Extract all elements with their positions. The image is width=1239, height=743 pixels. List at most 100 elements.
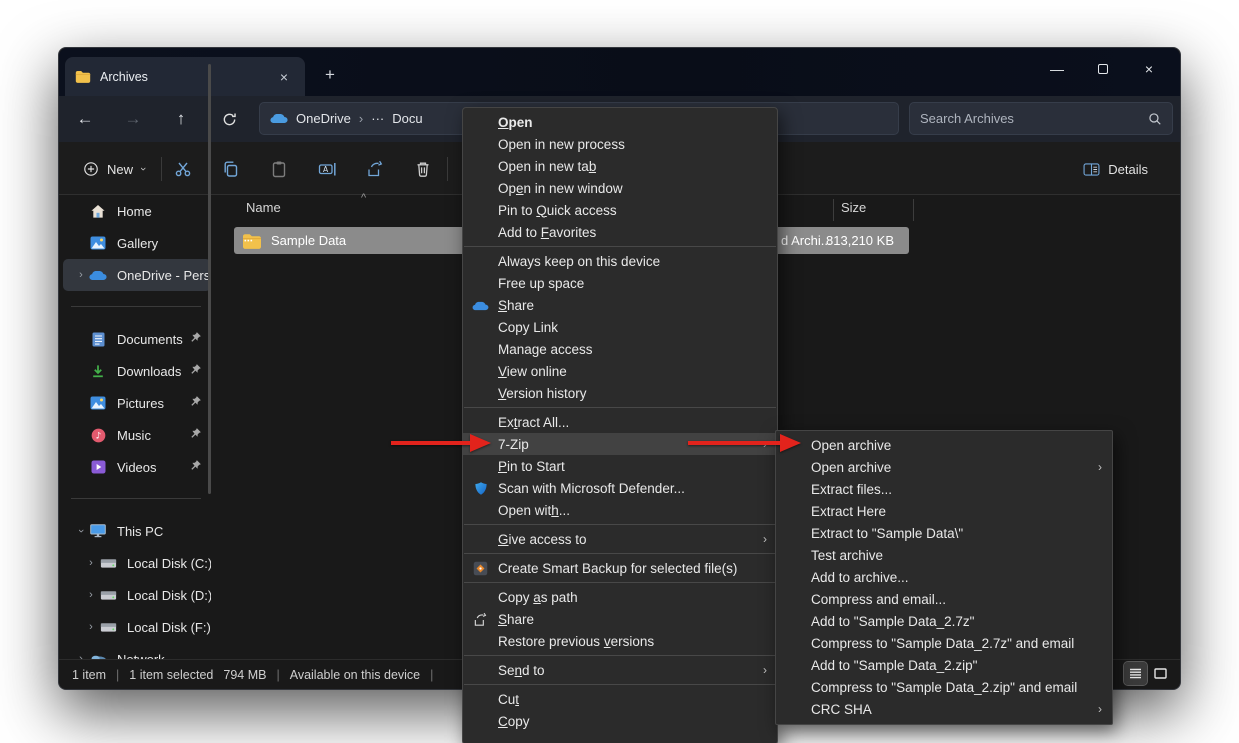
network-icon (89, 651, 107, 659)
menu-item-test-archive[interactable]: Test archive (776, 544, 1112, 566)
column-header-size[interactable]: Size (841, 200, 866, 215)
menu-item-extract-here[interactable]: Extract Here (776, 500, 1112, 522)
title-bar: Archives × + — × (59, 48, 1180, 96)
close-button[interactable]: × (1126, 54, 1172, 84)
menu-item-add-to-sample-data-2-7z[interactable]: Add to "Sample Data_2.7z" (776, 610, 1112, 632)
sidebar-item-local-disk-c[interactable]: ›Local Disk (C:) (63, 547, 211, 579)
breadcrumb-root[interactable]: OneDrive (296, 111, 351, 126)
tab-close-icon[interactable]: × (273, 66, 295, 88)
sidebar-item-label: Home (117, 204, 211, 219)
menu-item-version-history[interactable]: Version history (463, 382, 777, 404)
menu-item-add-to-sample-data-2-zip[interactable]: Add to "Sample Data_2.zip" (776, 654, 1112, 676)
menu-item-open-archive[interactable]: Open archive› (776, 456, 1112, 478)
up-button[interactable]: ↑ (165, 104, 197, 134)
menu-item-send-to[interactable]: Send to› (463, 659, 777, 681)
details-view-toggle[interactable] (1124, 662, 1147, 685)
zip-folder-icon (242, 233, 262, 249)
sidebar-item-network[interactable]: ›Network (63, 643, 211, 659)
menu-item-crc-sha[interactable]: CRC SHA› (776, 698, 1112, 720)
menu-item-cut[interactable]: Cut (463, 688, 777, 710)
menu-item-scan-with-microsoft-defender[interactable]: Scan with Microsoft Defender... (463, 477, 777, 499)
menu-item-free-up-space[interactable]: Free up space (463, 272, 777, 294)
menu-item-copy-link[interactable]: Copy Link (463, 316, 777, 338)
chevron-right-icon[interactable]: › (83, 557, 99, 569)
chevron-down-icon[interactable]: › (75, 523, 87, 539)
breadcrumb-separator: › (359, 111, 363, 126)
menu-item-extract-files[interactable]: Extract files... (776, 478, 1112, 500)
paste-button (261, 153, 297, 185)
menu-item-view-online[interactable]: View online (463, 360, 777, 382)
menu-item-label: Extract Here (811, 504, 886, 519)
maximize-button[interactable] (1080, 54, 1126, 84)
sidebar-item-gallery[interactable]: Gallery (63, 227, 211, 259)
share-button[interactable] (357, 153, 393, 185)
defender-shield-icon (472, 480, 489, 497)
breadcrumb-ellipsis-button[interactable]: ··· (371, 111, 384, 126)
tab-archives[interactable]: Archives × (65, 57, 305, 96)
sidebar-item-label: Downloads (117, 364, 189, 379)
chevron-right-icon[interactable]: › (73, 269, 89, 281)
delete-button[interactable] (405, 153, 441, 185)
rename-button[interactable]: A (309, 153, 345, 185)
menu-item-open-with[interactable]: Open with... (463, 499, 777, 521)
new-tab-button[interactable]: + (317, 62, 343, 88)
column-divider[interactable] (913, 199, 914, 221)
copy-button[interactable] (213, 153, 249, 185)
thumbnail-view-toggle[interactable] (1149, 662, 1172, 685)
menu-item-label: Give access to (498, 532, 587, 547)
menu-item-add-to-favorites[interactable]: Add to Favorites (463, 221, 777, 243)
menu-item-extract-all[interactable]: Extract All... (463, 411, 777, 433)
minimize-button[interactable]: — (1034, 54, 1080, 84)
menu-item-label: Share (498, 298, 534, 313)
menu-item-label: Open (498, 115, 533, 130)
sidebar-item-local-disk-f[interactable]: ›Local Disk (F:) (63, 611, 211, 643)
chevron-right-icon[interactable]: › (83, 589, 99, 601)
menu-item-copy-as-path[interactable]: Copy as path (463, 586, 777, 608)
back-button[interactable]: ← (69, 104, 101, 134)
menu-item-compress-to-sample-data-2-zip-and-email[interactable]: Compress to "Sample Data_2.zip" and emai… (776, 676, 1112, 698)
sidebar-item-onedrive-pers[interactable]: ›OneDrive - Pers (63, 259, 211, 291)
cut-icon (174, 160, 192, 178)
menu-item-share[interactable]: Share (463, 608, 777, 630)
sidebar-item-music[interactable]: ♪Music (63, 419, 211, 451)
menu-item-extract-to-sample-data[interactable]: Extract to "Sample Data\" (776, 522, 1112, 544)
sidebar-item-downloads[interactable]: Downloads (63, 355, 211, 387)
details-button[interactable]: Details (1075, 153, 1156, 185)
sidebar-item-this-pc[interactable]: ›This PC (63, 515, 211, 547)
menu-item-open[interactable]: Open (463, 111, 777, 133)
menu-item-share[interactable]: Share (463, 294, 777, 316)
sidebar-item-documents[interactable]: Documents (63, 323, 211, 355)
menu-item-label: Manage access (498, 342, 593, 357)
menu-item-compress-to-sample-data-2-7z-and-email[interactable]: Compress to "Sample Data_2.7z" and email (776, 632, 1112, 654)
menu-item-open-in-new-window[interactable]: Open in new window (463, 177, 777, 199)
breadcrumb-current[interactable]: Docu (392, 111, 422, 126)
new-button[interactable]: New › (73, 153, 155, 185)
menu-item-compress-and-email[interactable]: Compress and email... (776, 588, 1112, 610)
menu-item-pin-to-quick-access[interactable]: Pin to Quick access (463, 199, 777, 221)
sidebar-item-local-disk-d[interactable]: ›Local Disk (D:) (63, 579, 211, 611)
menu-item-restore-previous-versions[interactable]: Restore previous versions (463, 630, 777, 652)
menu-item-create-smart-backup-for-selected-file-s[interactable]: Create Smart Backup for selected file(s) (463, 557, 777, 579)
menu-item-open-archive[interactable]: Open archive (776, 434, 1112, 456)
cut-button[interactable] (165, 153, 201, 185)
sidebar-item-label: Videos (117, 460, 189, 475)
sidebar-item-pictures[interactable]: Pictures (63, 387, 211, 419)
refresh-button[interactable] (213, 104, 245, 134)
menu-item-always-keep-on-this-device[interactable]: Always keep on this device (463, 250, 777, 272)
column-divider[interactable] (833, 199, 834, 221)
menu-item-open-in-new-process[interactable]: Open in new process (463, 133, 777, 155)
menu-item-manage-access[interactable]: Manage access (463, 338, 777, 360)
chevron-right-icon[interactable]: › (83, 621, 99, 633)
menu-item-pin-to-start[interactable]: Pin to Start (463, 455, 777, 477)
sidebar-item-videos[interactable]: Videos (63, 451, 211, 483)
search-box[interactable] (909, 102, 1173, 135)
menu-item-label: Open in new window (498, 181, 623, 196)
menu-item-copy[interactable]: Copy (463, 710, 777, 732)
search-input[interactable] (920, 111, 1148, 126)
menu-item-open-in-new-tab[interactable]: Open in new tab (463, 155, 777, 177)
column-header-name[interactable]: Name (246, 200, 281, 215)
sidebar-scrollbar[interactable] (208, 64, 211, 494)
sidebar-item-home[interactable]: Home (63, 195, 211, 227)
menu-item-add-to-archive[interactable]: Add to archive... (776, 566, 1112, 588)
menu-item-give-access-to[interactable]: Give access to› (463, 528, 777, 550)
